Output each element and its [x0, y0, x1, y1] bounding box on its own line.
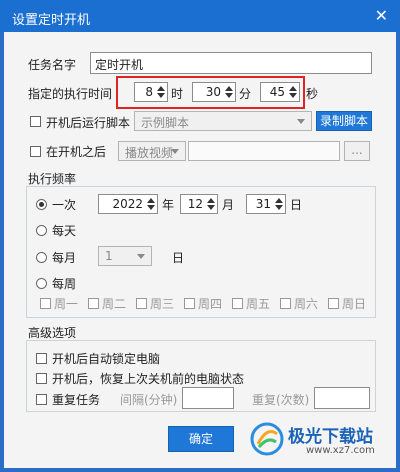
weekday-label: 周五 [246, 297, 271, 311]
once-radio[interactable] [36, 199, 47, 210]
after-boot-label: 在开机之后 [46, 145, 107, 159]
file-path-input[interactable] [188, 141, 340, 161]
weekday-label: 周四 [198, 297, 223, 311]
watermark-title: 极光下载站 [288, 427, 373, 447]
second-unit: 秒 [306, 87, 319, 101]
after-boot-checkbox[interactable] [30, 146, 41, 157]
chevron-down-icon [171, 149, 179, 154]
minute-unit: 分 [239, 87, 252, 101]
lock-after-boot-label: 开机后自动锁定电脑 [52, 352, 161, 366]
script-select[interactable]: 示例脚本 [134, 111, 312, 131]
confirm-button[interactable]: 确定 [168, 426, 234, 452]
close-icon[interactable]: ✕ [375, 6, 388, 25]
monthly-radio[interactable] [36, 252, 47, 263]
monthly-day-unit: 日 [172, 251, 185, 265]
day-unit: 日 [290, 198, 303, 212]
action-select[interactable]: 播放视频 [118, 141, 186, 161]
weekday-checkbox-wed[interactable] [136, 298, 147, 309]
day-spinner[interactable]: 31 [246, 194, 286, 214]
weekday-label: 周三 [150, 297, 175, 311]
weekly-radio[interactable] [36, 278, 47, 289]
weekday-checkbox-thu[interactable] [184, 298, 195, 309]
second-spinner[interactable]: 45 [260, 82, 300, 102]
watermark-url: www.xz7.com [306, 445, 375, 456]
restore-state-checkbox[interactable] [36, 373, 47, 384]
weekday-checkbox-sat[interactable] [280, 298, 291, 309]
advanced-title: 高级选项 [28, 326, 77, 340]
spinner-arrows-icon[interactable] [288, 85, 297, 99]
chevron-down-icon [297, 119, 305, 124]
startup-script-checkbox[interactable] [30, 116, 41, 127]
spinner-arrows-icon[interactable] [146, 197, 155, 211]
hour-unit: 时 [171, 87, 184, 101]
task-name-label: 任务名字 [28, 58, 77, 72]
repeat-task-checkbox[interactable] [36, 394, 47, 405]
weekday-label: 周六 [294, 297, 319, 311]
interval-input[interactable] [182, 387, 234, 409]
repeat-count-input[interactable] [314, 387, 370, 409]
aurora-logo-icon [250, 422, 284, 456]
frequency-title: 执行频率 [28, 172, 77, 186]
title-bar: 设置定时开机 ✕ [0, 0, 400, 32]
once-label: 一次 [52, 198, 77, 212]
monthly-label: 每月 [52, 251, 77, 265]
weekday-label: 周日 [342, 297, 367, 311]
dialog-body: 任务名字 定时开机 指定的执行时间 8 时 30 分 45 秒 开机后运行脚本 … [4, 32, 396, 468]
spinner-arrows-icon[interactable] [206, 197, 215, 211]
daily-label: 每天 [52, 224, 77, 238]
chevron-down-icon [137, 254, 145, 259]
daily-radio[interactable] [36, 225, 47, 236]
interval-label: 间隔(分钟) [120, 393, 178, 407]
spinner-arrows-icon[interactable] [156, 85, 165, 99]
monthly-day-select[interactable]: 1 [98, 246, 152, 266]
weekly-label: 每周 [52, 277, 77, 291]
weekday-checkbox-fri[interactable] [232, 298, 243, 309]
weekday-checkbox-sun[interactable] [328, 298, 339, 309]
minute-spinner[interactable]: 30 [192, 82, 236, 102]
task-name-input[interactable]: 定时开机 [90, 52, 372, 74]
month-unit: 月 [222, 198, 235, 212]
repeat-count-label: 重复(次数) [252, 393, 310, 407]
month-spinner[interactable]: 12 [180, 194, 218, 214]
repeat-task-label: 重复任务 [52, 393, 101, 407]
weekday-label: 周二 [102, 297, 127, 311]
execution-time-label: 指定的执行时间 [28, 87, 113, 101]
year-spinner[interactable]: 2022 [98, 194, 158, 214]
weekday-label: 周一 [54, 297, 79, 311]
hour-spinner[interactable]: 8 [134, 82, 168, 102]
watermark: 极光下载站 www.xz7.com [250, 418, 396, 464]
restore-state-label: 开机后，恢复上次关机前的电脑状态 [52, 372, 245, 386]
spinner-arrows-icon[interactable] [224, 85, 233, 99]
weekday-checkbox-tue[interactable] [88, 298, 99, 309]
browse-button[interactable]: ... [344, 141, 370, 161]
window-title: 设置定时开机 [12, 13, 91, 28]
lock-after-boot-checkbox[interactable] [36, 353, 47, 364]
spinner-arrows-icon[interactable] [274, 197, 283, 211]
startup-script-label: 开机后运行脚本 [46, 116, 131, 130]
weekday-checkbox-mon[interactable] [40, 298, 51, 309]
record-script-button[interactable]: 录制脚本 [316, 111, 372, 131]
year-unit: 年 [162, 198, 175, 212]
